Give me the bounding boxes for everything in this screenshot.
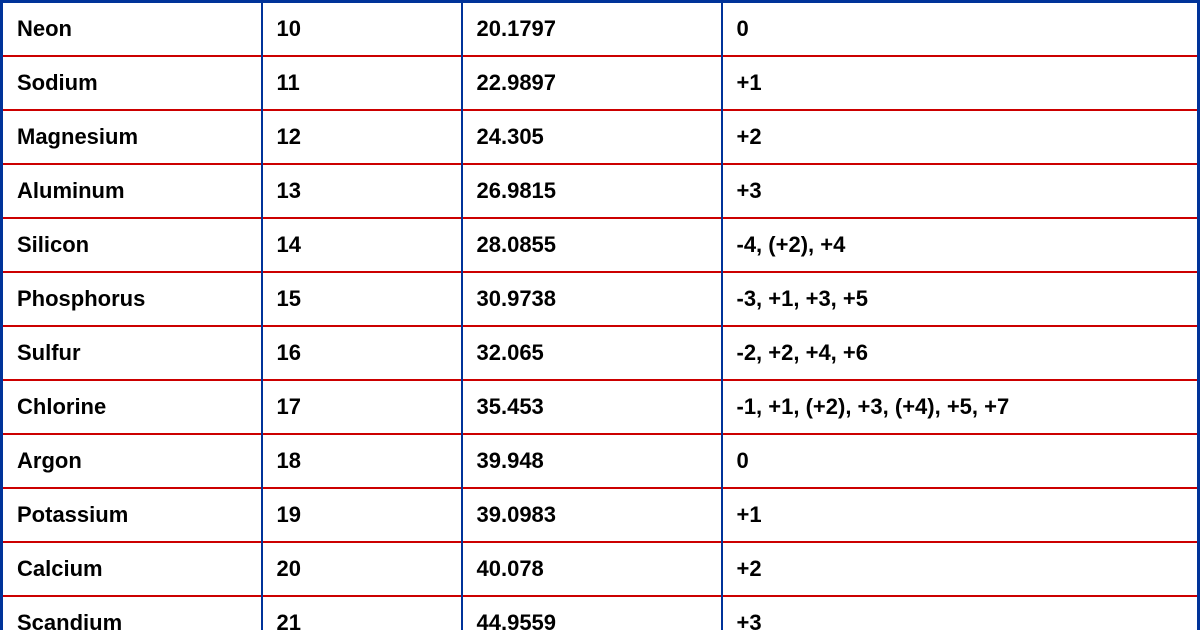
atomic-weight: 32.065: [462, 326, 722, 380]
element-name: Scandium: [2, 596, 262, 630]
oxidation-states: +3: [722, 596, 1199, 630]
atomic-number: 15: [262, 272, 462, 326]
oxidation-states: +2: [722, 542, 1199, 596]
oxidation-states: 0: [722, 434, 1199, 488]
oxidation-states: +1: [722, 56, 1199, 110]
table-row: Neon1020.17970: [2, 2, 1199, 56]
element-name: Argon: [2, 434, 262, 488]
atomic-weight: 44.9559: [462, 596, 722, 630]
element-name: Neon: [2, 2, 262, 56]
atomic-weight: 35.453: [462, 380, 722, 434]
atomic-number: 18: [262, 434, 462, 488]
atomic-weight: 30.9738: [462, 272, 722, 326]
atomic-weight: 20.1797: [462, 2, 722, 56]
atomic-number: 16: [262, 326, 462, 380]
element-name: Magnesium: [2, 110, 262, 164]
element-name: Aluminum: [2, 164, 262, 218]
table-row: Sodium1122.9897+1: [2, 56, 1199, 110]
table-row: Potassium1939.0983+1: [2, 488, 1199, 542]
atomic-weight: 26.9815: [462, 164, 722, 218]
elements-table: Neon1020.17970Sodium1122.9897+1Magnesium…: [0, 0, 1200, 630]
element-name: Potassium: [2, 488, 262, 542]
atomic-weight: 22.9897: [462, 56, 722, 110]
oxidation-states: +2: [722, 110, 1199, 164]
table-row: Argon1839.9480: [2, 434, 1199, 488]
atomic-number: 11: [262, 56, 462, 110]
atomic-number: 10: [262, 2, 462, 56]
atomic-weight: 40.078: [462, 542, 722, 596]
atomic-weight: 28.0855: [462, 218, 722, 272]
atomic-number: 21: [262, 596, 462, 630]
oxidation-states: -1, +1, (+2), +3, (+4), +5, +7: [722, 380, 1199, 434]
atomic-number: 20: [262, 542, 462, 596]
atomic-number: 17: [262, 380, 462, 434]
element-name: Sulfur: [2, 326, 262, 380]
atomic-weight: 39.0983: [462, 488, 722, 542]
table-row: Sulfur1632.065-2, +2, +4, +6: [2, 326, 1199, 380]
atomic-weight: 24.305: [462, 110, 722, 164]
atomic-number: 12: [262, 110, 462, 164]
element-name: Calcium: [2, 542, 262, 596]
table-row: Silicon1428.0855-4, (+2), +4: [2, 218, 1199, 272]
oxidation-states: 0: [722, 2, 1199, 56]
oxidation-states: -4, (+2), +4: [722, 218, 1199, 272]
element-name: Silicon: [2, 218, 262, 272]
atomic-weight: 39.948: [462, 434, 722, 488]
table-row: Phosphorus1530.9738-3, +1, +3, +5: [2, 272, 1199, 326]
atomic-number: 19: [262, 488, 462, 542]
atomic-number: 13: [262, 164, 462, 218]
periodic-table-container: Neon1020.17970Sodium1122.9897+1Magnesium…: [0, 0, 1200, 630]
oxidation-states: +3: [722, 164, 1199, 218]
oxidation-states: -3, +1, +3, +5: [722, 272, 1199, 326]
element-name: Sodium: [2, 56, 262, 110]
table-row: Calcium2040.078+2: [2, 542, 1199, 596]
table-row: Aluminum1326.9815+3: [2, 164, 1199, 218]
table-row: Scandium2144.9559+3: [2, 596, 1199, 630]
element-name: Chlorine: [2, 380, 262, 434]
atomic-number: 14: [262, 218, 462, 272]
element-name: Phosphorus: [2, 272, 262, 326]
oxidation-states: -2, +2, +4, +6: [722, 326, 1199, 380]
oxidation-states: +1: [722, 488, 1199, 542]
table-row: Chlorine1735.453-1, +1, (+2), +3, (+4), …: [2, 380, 1199, 434]
table-row: Magnesium1224.305+2: [2, 110, 1199, 164]
